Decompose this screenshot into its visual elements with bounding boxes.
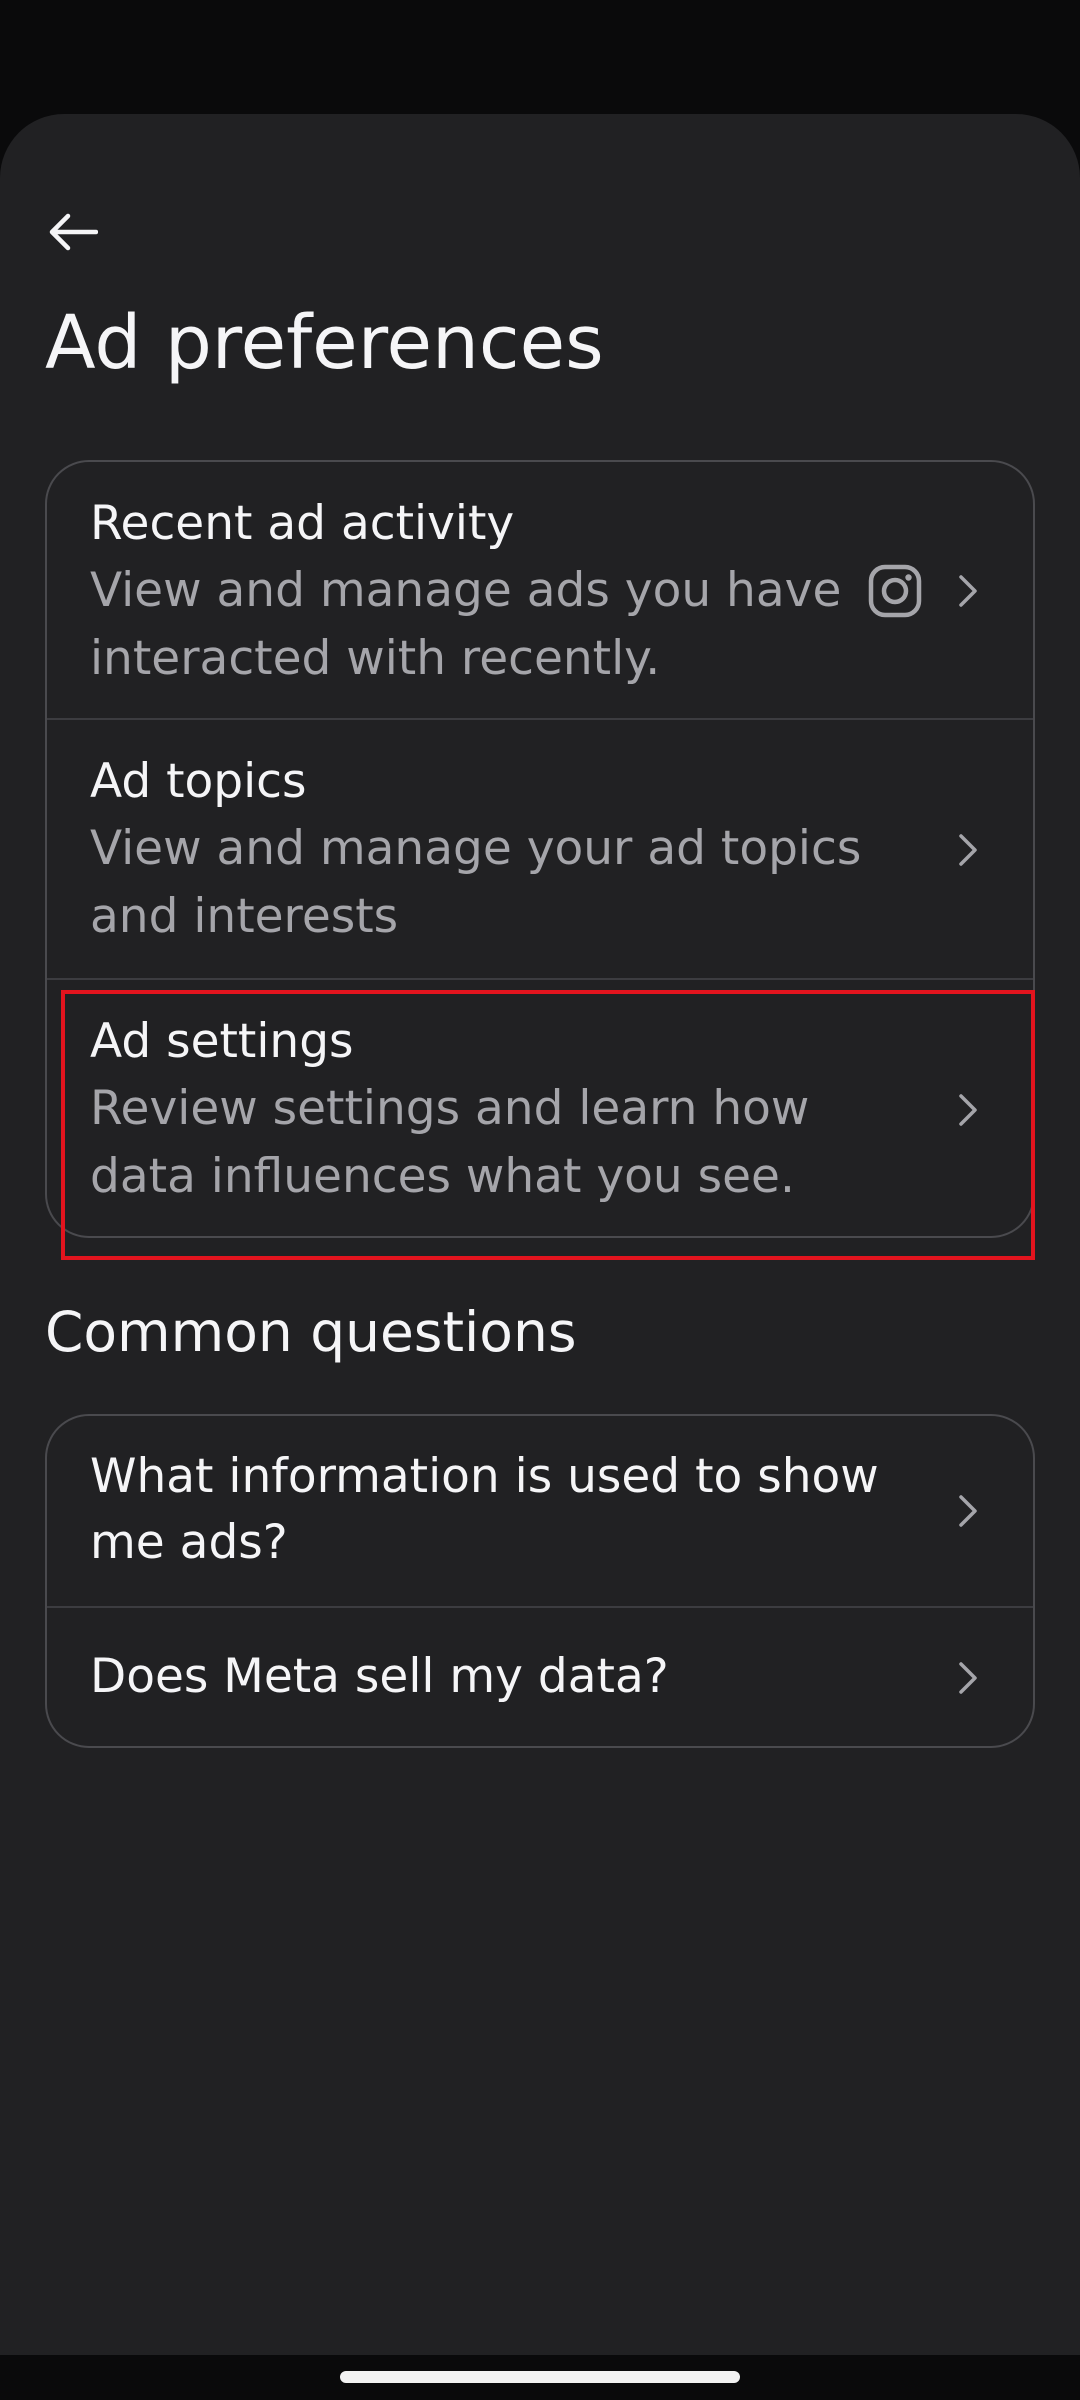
row-description: View and manage ads you have interacted … — [90, 563, 842, 686]
chevron-right-icon — [959, 1495, 977, 1527]
back-button[interactable] — [44, 204, 100, 260]
common-questions-card: What information is used to show me ads?… — [45, 1414, 1035, 1748]
question-text: Does Meta sell my data? — [90, 1649, 669, 1704]
recent-ad-activity-row[interactable]: Recent ad activity View and manage ads y… — [47, 462, 1033, 720]
ad-settings-row[interactable]: Ad settings Review settings and learn ho… — [47, 980, 1033, 1236]
page-title: Ad preferences — [45, 300, 604, 386]
home-indicator[interactable] — [340, 2371, 740, 2383]
preferences-card: Recent ad activity View and manage ads y… — [45, 460, 1035, 1238]
chevron-right-icon — [959, 575, 977, 607]
chevron-right-icon — [959, 1662, 977, 1694]
chevron-right-icon — [959, 834, 977, 866]
common-questions-heading: Common questions — [45, 1300, 577, 1364]
chevron-right-icon — [959, 1094, 977, 1126]
question-text: What information is used to show me ads? — [90, 1449, 879, 1570]
row-description: View and manage your ad topics and inter… — [90, 821, 862, 944]
instagram-icon — [868, 564, 922, 618]
faq-item-information-used[interactable]: What information is used to show me ads? — [47, 1416, 1033, 1608]
row-title: Recent ad activity — [90, 496, 515, 551]
faq-item-sell-data[interactable]: Does Meta sell my data? — [47, 1608, 1033, 1746]
ad-preferences-screen — [0, 114, 1080, 2400]
row-title: Ad topics — [90, 754, 307, 809]
row-description: Review settings and learn how data influ… — [90, 1081, 810, 1204]
row-title: Ad settings — [90, 1014, 354, 1069]
ad-topics-row[interactable]: Ad topics View and manage your ad topics… — [47, 720, 1033, 980]
arrow-left-icon — [49, 213, 98, 251]
